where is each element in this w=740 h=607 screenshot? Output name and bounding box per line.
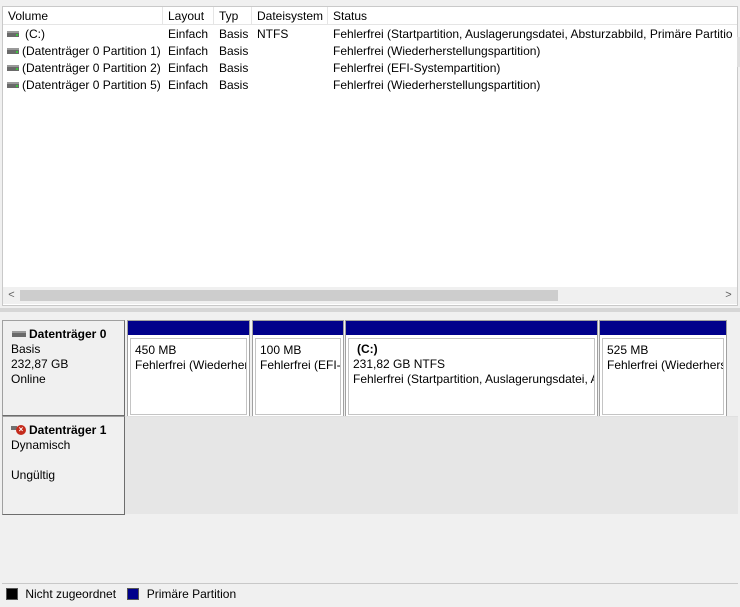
disk-label[interactable]: Datenträger 0 Basis 232,87 GB Online [2,320,125,416]
partition-status: Fehlerfrei (Wiederherstellungspartition) [607,358,723,372]
partition-status: Fehlerfrei (EFI-Systempartition) [260,358,341,372]
horizontal-scrollbar[interactable]: < > [3,287,737,304]
cell-typ: Basis [219,44,249,58]
partition-area: 450 MB Fehlerfrei (Wiederherstellungspar… [127,320,738,418]
cell-typ: Basis [219,61,249,75]
disk-name: Datenträger 0 [29,327,107,341]
table-row[interactable]: (C:) Einfach Basis NTFS Fehlerfrei (Star… [3,26,737,43]
cell-layout: Einfach [168,44,209,58]
primary-partition-bar [346,321,597,335]
table-row[interactable]: (Datenträger 0 Partition 5) Einfach Basi… [3,77,737,94]
partition-size: 231,82 GB NTFS [353,357,446,371]
list-header: Volume Layout Typ Dateisystem Status [3,7,737,25]
volume-list: Volume Layout Typ Dateisystem Status (C:… [2,6,740,306]
invalid-disk-area [125,416,738,514]
cell-status: Fehlerfrei (Wiederherstellungspartition) [333,44,541,58]
disk-type: Dynamisch [11,438,71,452]
partition-size: 450 MB [135,343,177,357]
cell-status: Fehlerfrei (EFI-Systempartition) [333,61,501,75]
partition-status: Fehlerfrei (Startpartition, Auslagerungs… [353,372,594,386]
disk-icon [12,331,26,337]
cell-typ: Basis [219,27,249,41]
disk-state: Ungültig [11,468,56,482]
disk-state: Online [11,372,46,386]
scrollbar-thumb[interactable] [20,290,558,301]
cell-volume: (Datenträger 0 Partition 5) [22,78,161,92]
scroll-right-icon[interactable]: > [720,287,737,304]
cell-typ: Basis [219,78,249,92]
cell-dateisystem [257,43,328,60]
primary-partition-bar [600,321,726,335]
volume-icon [7,31,19,37]
column-header-volume[interactable]: Volume [3,7,163,25]
legend-swatch [6,588,18,600]
cell-layout: Einfach [168,61,209,75]
legend-label: Primäre Partition [146,587,237,601]
disk-size [11,453,124,468]
column-header-typ[interactable]: Typ [214,7,252,25]
disk-size: 232,87 GB [11,357,69,371]
cell-status: Fehlerfrei (Startpartition, Auslagerungs… [333,27,733,41]
partition-status: Fehlerfrei (Wiederherstellungspartition) [135,358,247,372]
cell-volume: (Datenträger 0 Partition 2) [22,61,161,75]
legend-swatch [127,588,140,600]
legend-label: Nicht zugeordnet [25,587,117,601]
legend-item-primary: Primäre Partition [127,584,236,604]
partition-title: (C:) [357,342,378,356]
partition-size: 100 MB [260,343,302,357]
column-header-status[interactable]: Status [328,7,737,25]
cell-dateisystem [257,77,328,94]
volume-icon [7,82,19,88]
table-row[interactable]: (Datenträger 0 Partition 1) Einfach Basi… [3,43,737,60]
disk-error-icon: × [11,424,27,436]
table-row[interactable]: (Datenträger 0 Partition 2) Einfach Basi… [3,60,737,77]
partition[interactable]: (C:) 231,82 GB NTFS Fehlerfrei (Startpar… [345,320,598,418]
disk-type: Basis [11,342,41,356]
cell-dateisystem: NTFS [257,27,289,41]
cell-dateisystem [257,60,328,77]
scroll-left-icon[interactable]: < [3,287,20,304]
cell-volume: (Datenträger 0 Partition 1) [22,44,161,58]
partition[interactable]: 100 MB Fehlerfrei (EFI-Systempartition) [252,320,344,418]
primary-partition-bar [128,321,249,335]
volume-icon [7,48,19,54]
cell-status: Fehlerfrei (Wiederherstellungspartition) [333,78,541,92]
partition-size: 525 MB [607,343,649,357]
disk-name: Datenträger 1 [29,423,107,437]
disk-row: Datenträger 0 Basis 232,87 GB Online 450… [2,320,738,420]
volume-icon [7,65,19,71]
disk-graphical-view: Datenträger 0 Basis 232,87 GB Online 450… [2,312,738,582]
primary-partition-bar [253,321,343,335]
disk-row: × Datenträger 1 Dynamisch Ungültig [2,416,738,516]
column-header-dateisystem[interactable]: Dateisystem [252,7,328,25]
partition[interactable]: 450 MB Fehlerfrei (Wiederherstellungspar… [127,320,250,418]
cell-layout: Einfach [168,27,209,41]
cell-layout: Einfach [168,78,209,92]
legend-item-unallocated: Nicht zugeordnet [6,584,116,604]
legend: Nicht zugeordnet Primäre Partition [2,583,738,605]
cell-volume: (C:) [25,27,45,41]
partition[interactable]: 525 MB Fehlerfrei (Wiederherstellungspar… [599,320,727,418]
column-header-layout[interactable]: Layout [163,7,214,25]
disk-label[interactable]: × Datenträger 1 Dynamisch Ungültig [2,416,125,515]
